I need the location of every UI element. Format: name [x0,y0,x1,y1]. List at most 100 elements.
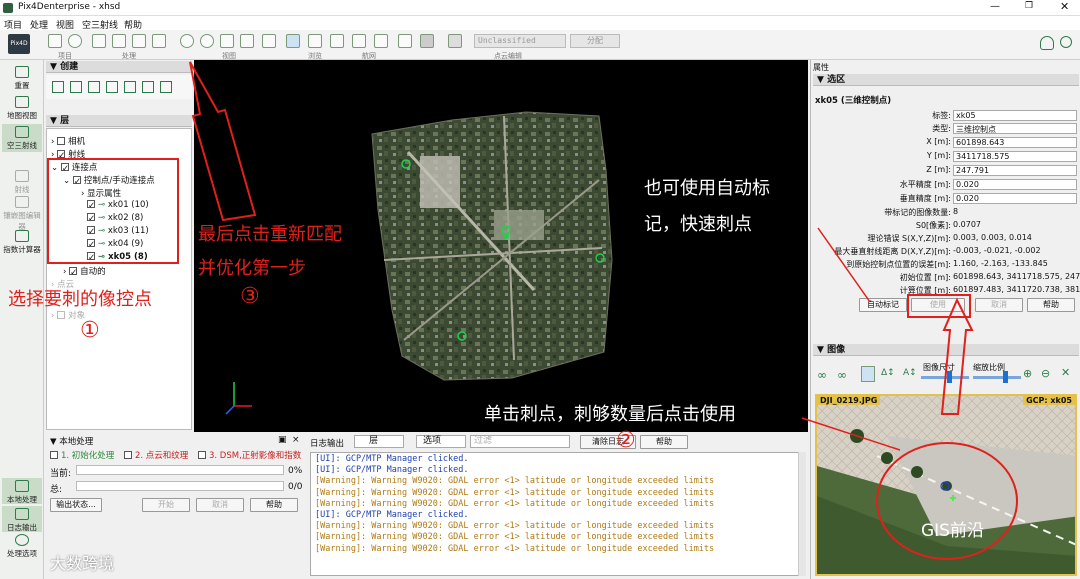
sort-icon[interactable] [861,366,875,382]
theory-error-value: 0.003, 0.003, 0.014 [953,233,1032,242]
create-tool-icon[interactable] [124,81,136,93]
type-select[interactable]: 三维控制点 [953,123,1077,134]
create-tool-icon[interactable] [88,81,100,93]
process-icon-2[interactable] [112,34,126,48]
prop-label: 带标记的图像数量: [884,208,951,217]
nav-processing-options[interactable]: 处理选项 [2,534,42,559]
nav-mosaic-editor[interactable]: 镶嵌图编辑器 [2,196,42,232]
process-icon[interactable] [92,34,106,48]
class-select[interactable]: Unclassified [474,34,566,48]
fly-icon[interactable] [262,34,276,48]
checkbox[interactable]: ✓ [57,150,65,161]
z-field[interactable]: 247.791 [953,165,1077,176]
trackball-icon[interactable] [330,34,344,48]
prop-label: 类型: [932,124,951,133]
zoom-out-icon[interactable]: ⊖ [1041,367,1050,380]
nav-local-processing[interactable]: 本地处理 [2,478,42,504]
pan-icon[interactable] [240,34,254,48]
process-icon-3[interactable] [132,34,146,48]
selection-header: ▼ 选区 [813,74,1079,86]
start-button[interactable]: 开始 [142,498,190,512]
step-2-checkbox[interactable]: 2. 点云和纹理 [124,449,188,461]
auto-mark-button[interactable]: 自动标记 [859,298,907,312]
nav-reset[interactable]: 重置 [2,66,42,91]
help-processing-button[interactable]: 帮助 [250,498,298,512]
checkbox[interactable] [57,137,66,145]
cancel-button[interactable]: 取消 [975,298,1023,312]
close-icon[interactable]: × [292,435,300,445]
3d-viewer[interactable]: 也可使用自动标 记，快速刺点 最后点击重新匹配 并优化第一步 ③ 单击刺点，刺够… [194,60,808,432]
process-icon-4[interactable] [152,34,166,48]
checkbox[interactable] [124,451,132,459]
label-field[interactable]: xk05 [953,110,1077,121]
nav-log-output[interactable]: 日志输出 [2,506,42,532]
zoom-slider[interactable] [973,376,1021,379]
log-help-button[interactable]: 帮助 [640,435,688,449]
checkbox[interactable] [57,311,66,319]
image-size-slider[interactable] [921,376,969,379]
class-color-icon[interactable] [420,34,434,48]
log-level-select[interactable]: 层 [354,435,404,448]
x-field[interactable]: 601898.643 [953,137,1077,148]
step-3-checkbox[interactable]: 3. DSM,正射影像和指数 [198,449,301,461]
create-tool-icon[interactable] [70,81,82,93]
mesh-icon[interactable] [352,34,366,48]
nav-index-calculator[interactable]: 指数计算器 [2,230,42,255]
slider-handle[interactable] [1003,371,1008,383]
prop-row-ray-dist: 最大垂直射线距离 D(X,Y,Z)[m]: -0.003, -0.021, -0.… [811,246,1077,258]
zoom-out-icon[interactable] [200,34,214,48]
create-tool-icon[interactable] [142,81,154,93]
create-tool-icon[interactable] [160,81,172,93]
checkbox[interactable] [198,451,206,459]
mesh-icon-2[interactable] [374,34,388,48]
nav-map-view[interactable]: 地图视图 [2,96,42,121]
step-1-checkbox[interactable]: 1. 初始化处理 [50,449,114,461]
nav-volumes[interactable]: 射线 [2,170,42,195]
layer-automatic[interactable]: › ✓ 自动的 [63,265,106,278]
open-project-icon[interactable] [48,34,62,48]
close-button[interactable]: ✕ [1060,0,1069,13]
nav-label: 日志输出 [7,523,37,532]
log-options-select[interactable]: 选项 [416,435,466,448]
checkbox[interactable] [50,451,58,459]
assign-button[interactable]: 分配 [570,34,620,48]
log-scrollbar[interactable] [798,452,806,576]
user-icon[interactable] [1040,36,1054,50]
create-tool-icon[interactable] [52,81,64,93]
class-swatch-icon[interactable] [448,34,462,48]
save-icon[interactable]: ▣ [278,435,287,445]
layer-cameras[interactable]: › 相机 [51,135,85,147]
app-icon [3,3,13,13]
log-text-area[interactable]: [UI]: GCP/MTP Manager clicked. [UI]: GCP… [310,452,800,576]
vertical-accuracy-field[interactable]: 0.020 [953,193,1077,204]
navigate-icon[interactable] [286,34,300,48]
zoom-in-icon[interactable]: ⊕ [1023,367,1032,380]
prop-label: 最大垂直射线距离 D(X,Y,Z)[m]: [834,247,951,256]
image-thumbnail[interactable]: DJI_0219.JPG GCP: xk05 GIS前沿 [815,394,1077,576]
orbit-icon[interactable] [308,34,322,48]
sort-az-icon[interactable]: Δ↕ [881,368,895,378]
slider-handle[interactable] [947,371,952,383]
y-field[interactable]: 3411718.575 [953,151,1077,162]
nav-rays[interactable]: 空三射线 [2,124,42,152]
cancel-processing-button[interactable]: 取消 [196,498,244,512]
help-icon[interactable] [1060,36,1072,48]
unlink-icon[interactable]: ∞ [837,368,847,382]
edit-pen-icon[interactable] [398,34,412,48]
link-icon[interactable]: ∞ [817,368,827,382]
minimize-button[interactable]: — [990,1,1000,12]
prop-row-h-acc: 水平精度 [m]: 0.020 [811,179,1077,191]
output-status-button[interactable]: 输出状态... [50,498,102,512]
maximize-button[interactable]: ❐ [1025,1,1033,11]
project-settings-icon[interactable] [68,34,82,48]
zoom-in-icon[interactable] [180,34,194,48]
zoom-extent-icon[interactable] [220,34,234,48]
sort-num-icon[interactable]: A↕ [903,368,917,378]
fit-icon[interactable]: ✕ [1061,366,1070,379]
help-button[interactable]: 帮助 [1027,298,1075,312]
log-filter-input[interactable]: 过滤 [470,435,570,448]
horizontal-accuracy-field[interactable]: 0.020 [953,179,1077,190]
zoom-ratio-label: 缩放比例 [973,363,1005,372]
checkbox[interactable]: ✓ [69,267,77,278]
create-tool-icon[interactable] [106,81,118,93]
